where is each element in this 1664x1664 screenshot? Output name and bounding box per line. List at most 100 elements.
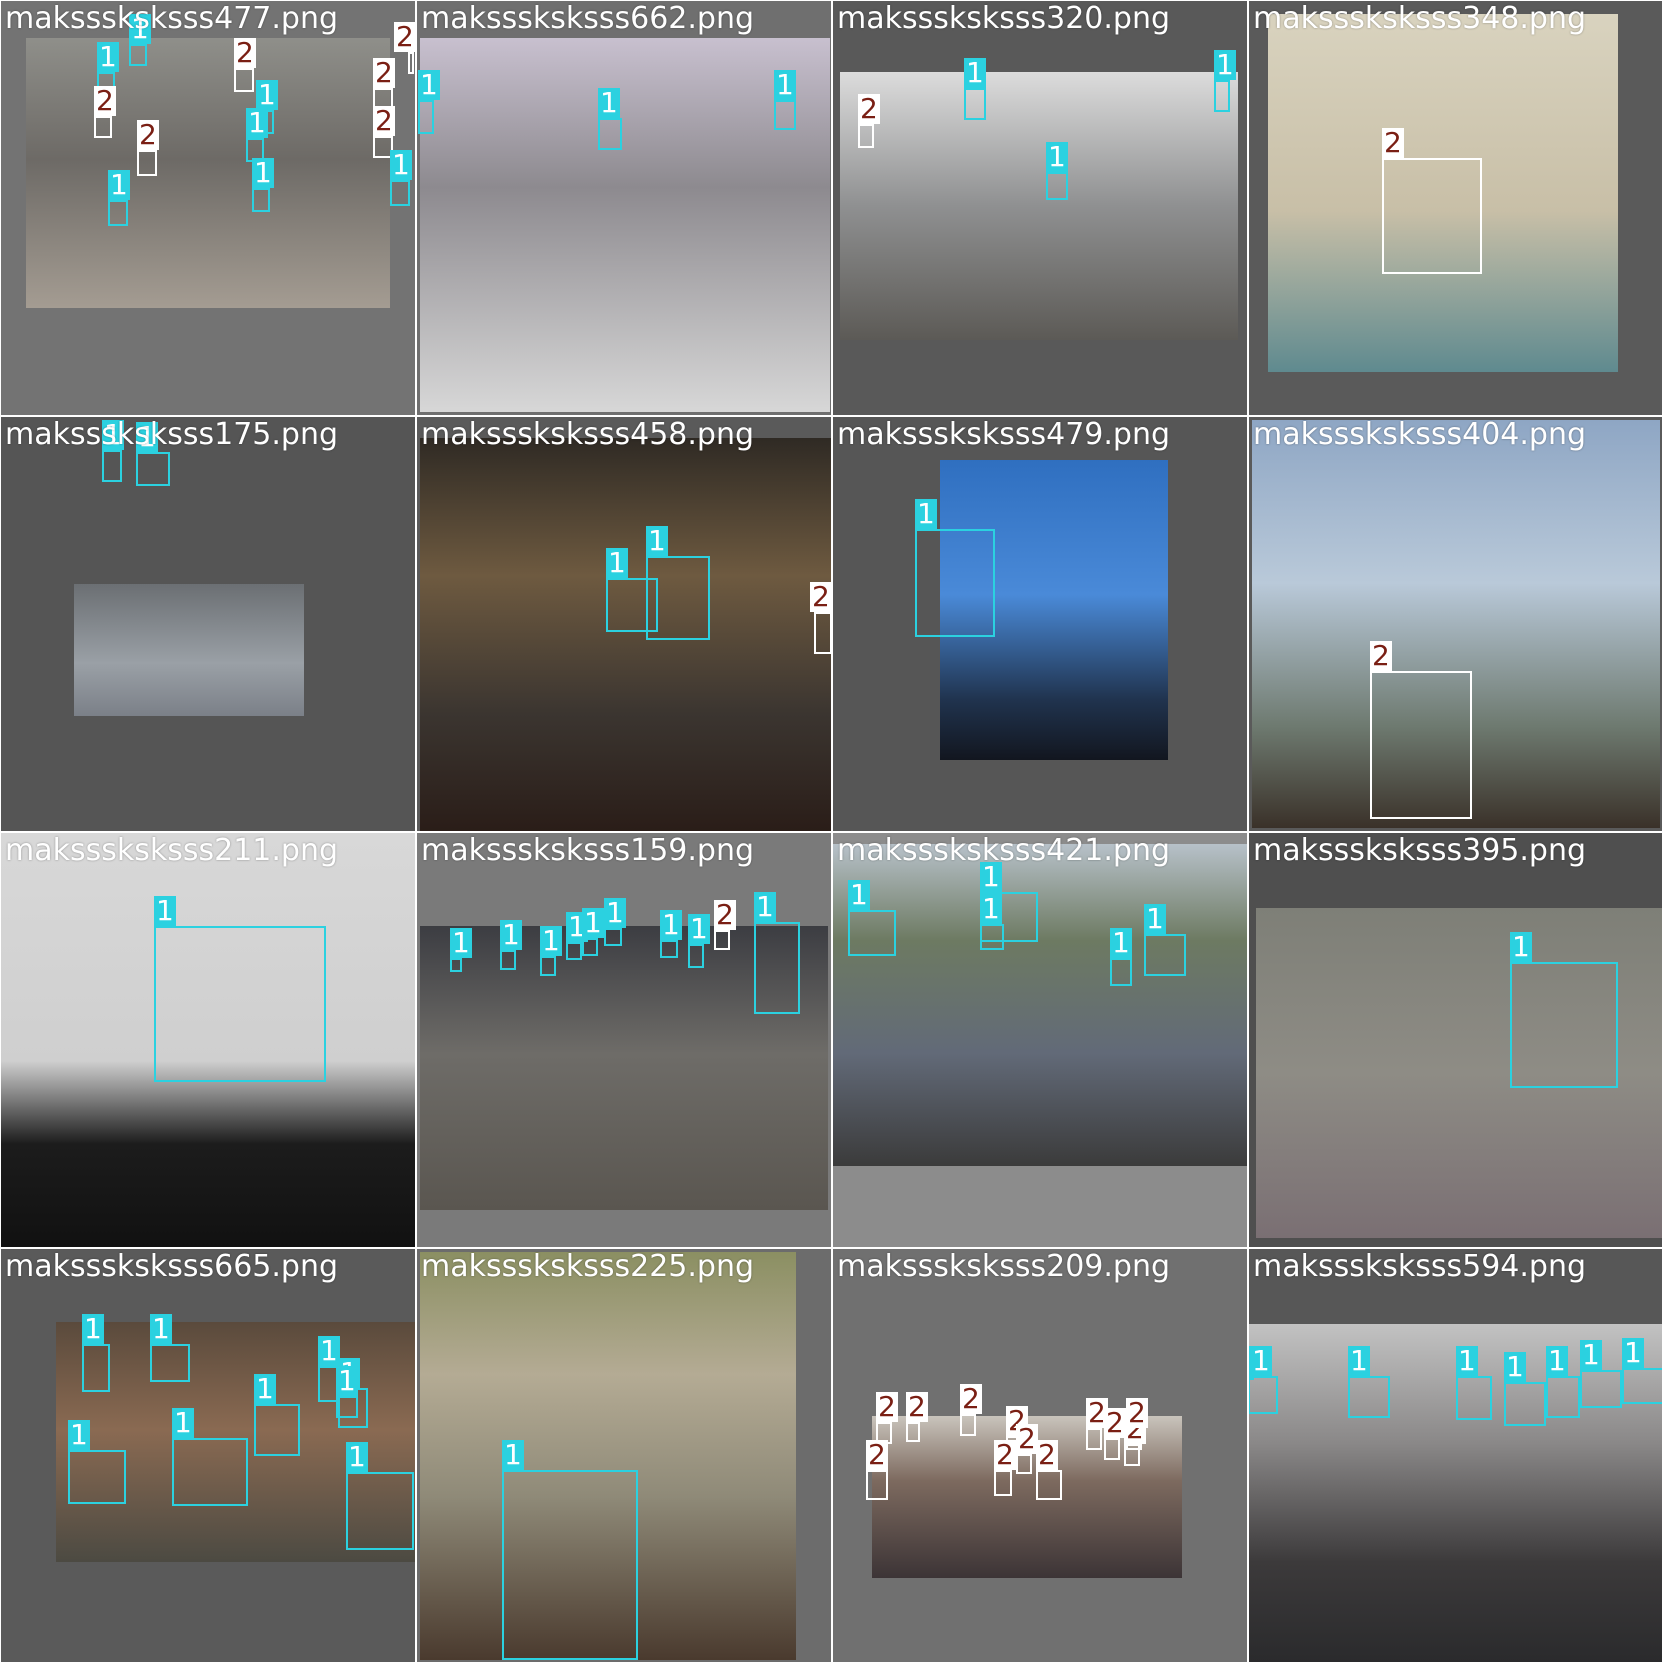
detection-box	[540, 956, 556, 976]
detection-box	[137, 150, 157, 176]
detection-label: 2	[866, 1438, 888, 1471]
mosaic-tile: 1 maksssksksss225.png	[416, 1248, 832, 1664]
detection-box	[418, 100, 434, 134]
detection-label: 2	[960, 1382, 982, 1415]
detection-label: 2	[373, 56, 395, 89]
detection-label: 1	[980, 892, 1002, 925]
detection-box	[1510, 962, 1618, 1088]
detection-box	[1036, 1470, 1062, 1500]
detection-label: 2	[1104, 1406, 1126, 1439]
detection-box	[1580, 1370, 1622, 1408]
detection-box	[254, 1404, 300, 1456]
detection-label: 2	[858, 92, 880, 125]
detection-label: 1	[68, 1418, 90, 1451]
detection-label: 2	[1016, 1422, 1038, 1455]
detection-box	[502, 1470, 638, 1660]
detection-label: 2	[994, 1438, 1016, 1471]
detection-box	[68, 1450, 126, 1504]
mosaic-tile: 111111111maksssksksss665.png	[0, 1248, 416, 1664]
tile-filename: maksssksksss477.png	[5, 1, 339, 36]
tile-filename: maksssksksss479.png	[837, 417, 1171, 452]
detection-label: 1	[1504, 1350, 1526, 1383]
detection-box	[866, 1470, 888, 1500]
detection-label: 2	[1036, 1438, 1058, 1471]
detection-label: 1	[646, 524, 668, 557]
tile-filename: maksssksksss665.png	[5, 1249, 339, 1284]
tile-filename: maksssksksss594.png	[1253, 1249, 1587, 1284]
detection-label: 1	[346, 1440, 368, 1473]
tile-photo	[832, 844, 1248, 1166]
detection-label: 1	[390, 148, 412, 181]
tile-photo	[26, 38, 390, 308]
detection-box	[994, 1470, 1012, 1496]
detection-box	[1016, 1454, 1032, 1474]
tile-photo	[420, 438, 832, 832]
mosaic-tile: 1 maksssksksss395.png	[1248, 832, 1664, 1248]
detection-label: 1	[1580, 1338, 1602, 1371]
detection-box	[500, 950, 516, 970]
mosaic-tile: 2 1 1 1 maksssksksss320.png	[832, 0, 1248, 416]
detection-box	[906, 1422, 920, 1442]
detection-box	[646, 556, 710, 640]
detection-label: 1	[318, 1334, 340, 1367]
tile-filename: maksssksksss225.png	[421, 1249, 755, 1284]
detection-label: 2	[234, 36, 256, 69]
detection-label: 2	[394, 20, 416, 53]
detection-box	[408, 52, 414, 74]
grid-separator	[1247, 0, 1249, 1664]
detection-label: 1	[108, 168, 130, 201]
detection-box	[1144, 934, 1186, 976]
detection-label: 1	[450, 926, 472, 959]
detection-box	[336, 1396, 358, 1418]
detection-label: 2	[714, 898, 736, 931]
detection-box	[848, 910, 896, 956]
tile-filename: maksssksksss395.png	[1253, 833, 1587, 868]
detection-box	[598, 118, 622, 150]
mosaic-tile: 11111111maksssksksss594.png	[1248, 1248, 1664, 1664]
detection-label: 1	[418, 68, 440, 101]
tile-filename: maksssksksss175.png	[5, 417, 339, 452]
tile-filename: maksssksksss458.png	[421, 417, 755, 452]
detection-box	[129, 44, 147, 66]
detection-label: 1	[154, 894, 176, 927]
detection-label: 2	[1382, 126, 1404, 159]
detection-box	[964, 88, 986, 120]
detection-box	[1546, 1376, 1580, 1418]
detection-label: 1	[774, 68, 796, 101]
detection-box	[774, 100, 796, 130]
detection-box	[102, 450, 122, 482]
detection-label: 1	[172, 1406, 194, 1439]
detection-box	[390, 180, 410, 206]
detection-label: 1	[688, 912, 710, 945]
detection-label: 1	[97, 40, 119, 73]
mosaic-tile: 1 maksssksksss479.png	[832, 416, 1248, 832]
detection-label: 2	[1370, 639, 1392, 672]
detection-label: 1	[1046, 140, 1068, 173]
detection-label: 1	[754, 890, 776, 923]
detection-label: 1	[150, 1312, 172, 1345]
mosaic-tile: 1 1 1 maksssksksss662.png	[416, 0, 832, 416]
detection-label: 1	[582, 906, 604, 939]
detection-label: 1	[1214, 48, 1236, 81]
detection-box	[754, 922, 800, 1014]
detection-box	[154, 926, 326, 1082]
detection-box	[604, 928, 622, 946]
tile-photo	[74, 584, 304, 716]
detection-label: 1	[1110, 926, 1132, 959]
detection-box	[136, 452, 170, 486]
detection-label: 2	[94, 84, 116, 117]
tile-filename: maksssksksss211.png	[5, 833, 339, 868]
detection-label: 1	[252, 156, 274, 189]
mosaic-tile: 1 1 2 maksssksksss458.png	[416, 416, 832, 832]
detection-box	[566, 942, 582, 960]
detection-label: 1	[1144, 902, 1166, 935]
mosaic-tile: 1 1 2 2 2 2 2 1 1 1 1 1 2 maksssksksss477.png	[0, 0, 416, 416]
detection-label: 1	[336, 1364, 358, 1397]
detection-box	[1348, 1376, 1390, 1418]
detection-label: 1	[500, 918, 522, 951]
detection-label: 1	[848, 878, 870, 911]
detection-label: 1	[540, 924, 562, 957]
mosaic-tile: 2 2 2 2 2 2 2 2 2 2 2 2 maksssksksss209.png	[832, 1248, 1248, 1664]
detection-box	[660, 940, 678, 958]
mosaic-tile: 2 maksssksksss348.png	[1248, 0, 1664, 416]
